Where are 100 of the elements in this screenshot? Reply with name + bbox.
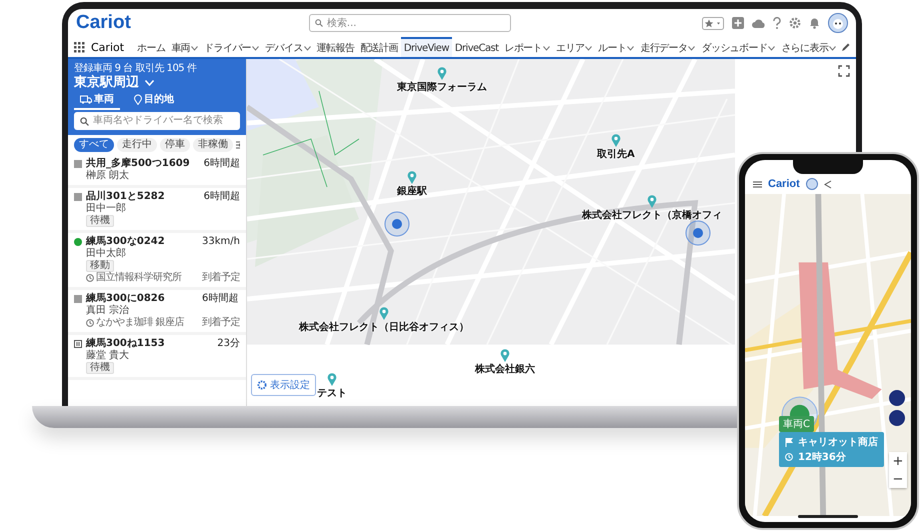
- driver-name: 榊原 朗太: [86, 170, 130, 182]
- display-settings-button[interactable]: 表示設定: [251, 374, 316, 396]
- area-title[interactable]: 東京駅周辺: [74, 77, 139, 89]
- chevron-down-icon: [768, 46, 776, 50]
- driver-name: 田中太郎: [86, 248, 127, 260]
- vehicle-list-item[interactable]: 品川301と5282 6時間超 田中一郎 待機: [68, 188, 246, 233]
- menu-icon[interactable]: [753, 180, 762, 188]
- status-square-icon: [74, 295, 82, 303]
- destination-label: 株式会社銀六: [475, 362, 535, 376]
- filter-chip[interactable]: 走行中: [117, 138, 157, 152]
- driver-name: 真田 宗治: [86, 305, 130, 317]
- fullscreen-icon[interactable]: [838, 65, 850, 77]
- summary-text: 登録車両 9 台 取引先 105 件: [74, 63, 198, 74]
- vehicle-tag: 車両C: [779, 416, 814, 432]
- add-icon[interactable]: [732, 17, 744, 29]
- app-logo: Cariot: [76, 12, 131, 34]
- vehicle-marker-icon[interactable]: [384, 211, 410, 237]
- pause-icon: [74, 340, 82, 348]
- pencil-icon[interactable]: [841, 42, 850, 52]
- nav-tab[interactable]: 走行データ: [637, 37, 698, 57]
- vehicle-marker-icon[interactable]: [685, 220, 711, 246]
- zoom-button[interactable]: +: [889, 452, 907, 470]
- nav-tab[interactable]: ドライバー: [201, 37, 262, 57]
- map-pin-icon[interactable]: [647, 195, 657, 208]
- map-pin-icon[interactable]: [379, 307, 389, 320]
- destination-label: 株式会社フレクト（京橋オフィ: [582, 208, 722, 222]
- help-icon[interactable]: [773, 17, 781, 29]
- map-pin-icon[interactable]: [500, 349, 510, 362]
- nav-tab[interactable]: エリア: [553, 37, 596, 57]
- chevron-down-icon: [829, 46, 836, 50]
- vehicle-list-item[interactable]: 練馬300ね1153 23分 藤堂 貴大 待機: [68, 335, 246, 380]
- vehicle-reading: 6時間超: [202, 293, 240, 305]
- nav-tab[interactable]: 運転報告: [314, 37, 358, 57]
- vehicle-name: 品川301と5282: [86, 191, 166, 202]
- settings-icon: [257, 380, 267, 390]
- phone-notch: [793, 160, 863, 174]
- chevron-down-icon: [252, 46, 260, 50]
- driver-name: 田中一郎: [86, 203, 127, 214]
- app-name: Cariot: [91, 40, 124, 56]
- map-pin-icon[interactable]: [327, 373, 337, 386]
- destination-text: 国立情報科学研究所: [96, 272, 182, 284]
- app-launcher-icon[interactable]: [74, 42, 85, 52]
- filter-chip[interactable]: 停車: [160, 138, 190, 152]
- chevron-down-icon: [585, 46, 592, 50]
- filter-chip[interactable]: 非稼働: [193, 138, 233, 152]
- status-dot: [74, 238, 82, 246]
- destination-name: キャリオット商店: [798, 435, 878, 449]
- vehicle-name: 練馬300ね1153: [86, 338, 166, 350]
- app-logo: Cariot: [768, 178, 800, 190]
- clock-icon: [785, 453, 793, 461]
- filter-chip[interactable]: すべて: [74, 138, 114, 152]
- chevron-down-icon: [627, 46, 634, 50]
- settings-icon[interactable]: [789, 17, 801, 29]
- chevron-down-icon: [688, 46, 696, 50]
- vehicle-reading: 23分: [217, 338, 240, 350]
- share-icon[interactable]: [824, 180, 832, 188]
- vehicle-reading: 33km/h: [202, 236, 240, 248]
- chevron-down-icon: [304, 46, 311, 50]
- map-pin-icon[interactable]: [407, 171, 417, 184]
- nav-tab[interactable]: ホーム: [134, 37, 168, 57]
- truck-icon: [80, 94, 92, 104]
- clock-icon: [86, 274, 94, 282]
- sidebar-tab[interactable]: 車両: [74, 91, 120, 110]
- nav-tab[interactable]: デバイス: [262, 37, 314, 57]
- nav-tab[interactable]: さらに表示: [778, 37, 840, 57]
- chevron-down-icon: [543, 46, 550, 50]
- search-field[interactable]: 検索...: [308, 14, 511, 32]
- status-square-icon: [74, 193, 82, 201]
- bell-icon[interactable]: [809, 17, 820, 29]
- sidebar-tab[interactable]: 目的地: [128, 91, 180, 110]
- search-icon: [80, 116, 89, 126]
- chevron-down-icon[interactable]: [145, 80, 154, 86]
- nav-tab[interactable]: 車両: [168, 37, 202, 57]
- cloud-icon[interactable]: [752, 18, 765, 28]
- nav-tab[interactable]: DriveView: [400, 37, 452, 57]
- filter-sliders-icon[interactable]: [236, 140, 240, 150]
- zoom-button[interactable]: −: [889, 470, 907, 488]
- vehicle-search-field[interactable]: 車両名やドライバー名で検索: [74, 112, 240, 130]
- nav-tab[interactable]: レポート: [501, 37, 554, 57]
- flag-icon: [785, 438, 793, 446]
- nav-tab[interactable]: ルート: [595, 37, 638, 57]
- eta-text: 到着予定: [202, 272, 240, 284]
- map-pin-icon[interactable]: [437, 67, 447, 80]
- map-pin-icon[interactable]: [610, 134, 621, 147]
- status-tag: 待機: [86, 215, 114, 227]
- status-square-icon: [74, 160, 82, 168]
- driver-name: 藤堂 貴大: [86, 350, 130, 362]
- destination-label: 東京国際フォーラム: [397, 80, 487, 94]
- nav-tab[interactable]: DriveCast: [452, 37, 502, 57]
- clock-icon: [86, 319, 94, 327]
- destination-label: 取引先A: [597, 148, 635, 161]
- avatar-icon[interactable]: [828, 13, 848, 33]
- destination-label: 株式会社フレクト（日比谷オフィス）: [299, 320, 469, 334]
- status-tag: 移動: [86, 260, 114, 272]
- chevron-down-icon: [191, 46, 198, 50]
- vehicle-name: 練馬300な0242: [86, 236, 166, 248]
- nav-tab[interactable]: 配送計画: [357, 37, 401, 57]
- nav-tab[interactable]: ダッシュボード: [698, 37, 778, 57]
- avatar-icon[interactable]: [806, 178, 818, 190]
- vehicle-reading: 6時間超: [204, 158, 240, 170]
